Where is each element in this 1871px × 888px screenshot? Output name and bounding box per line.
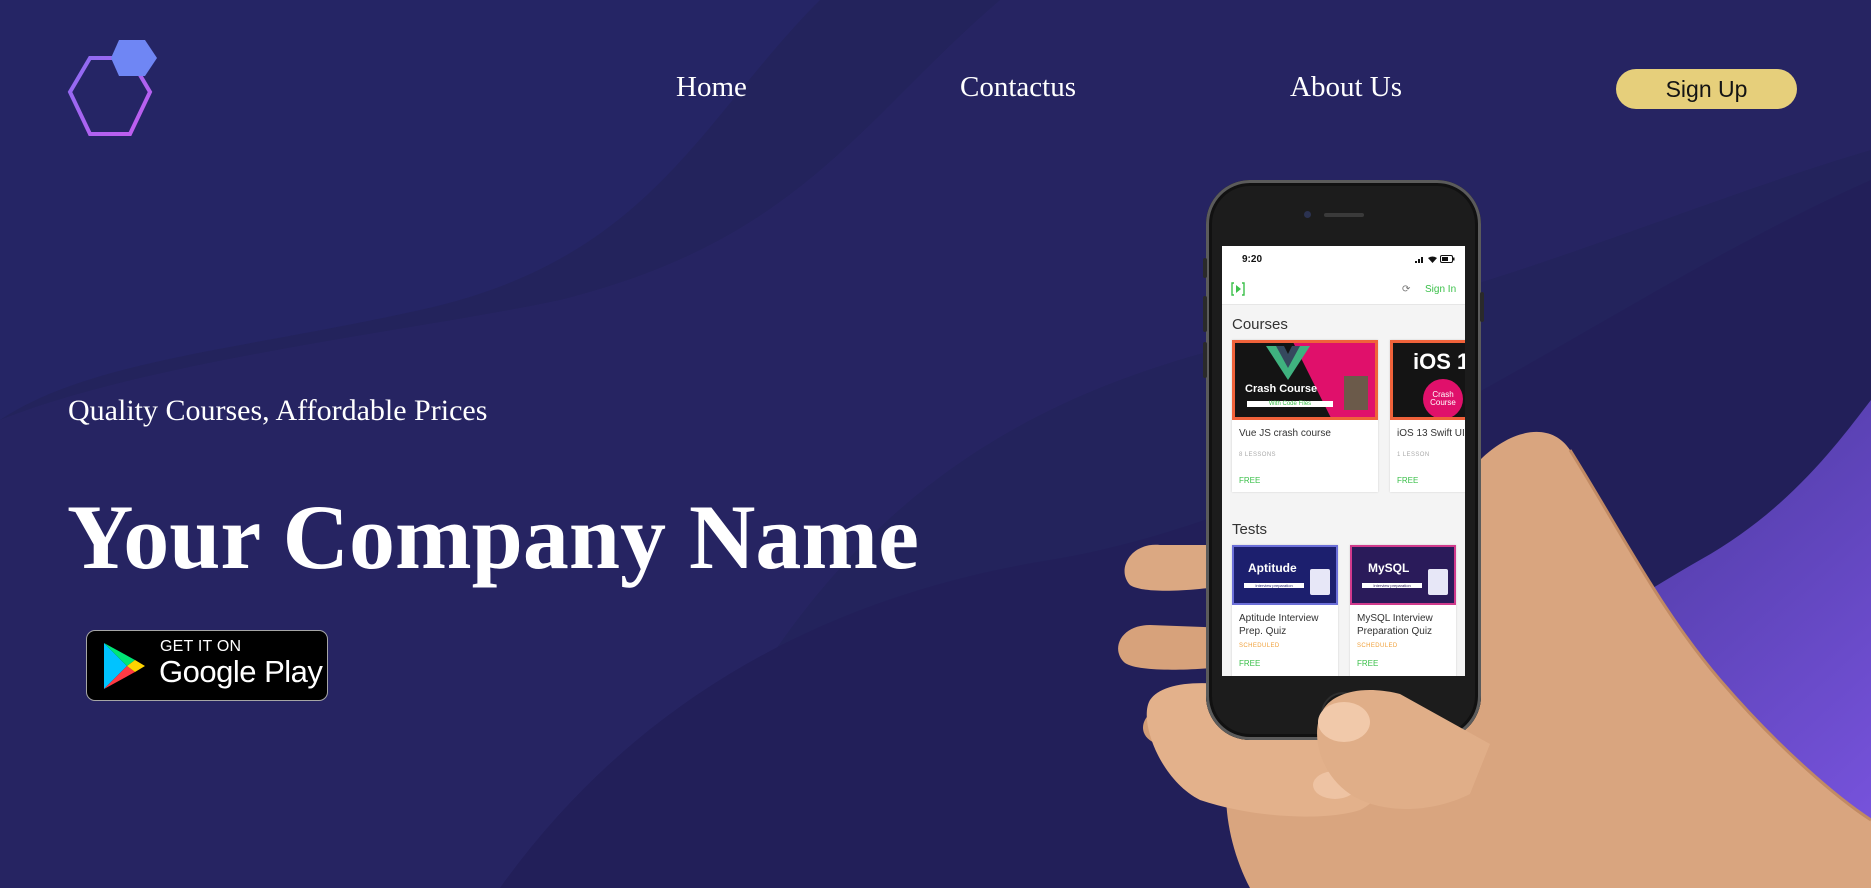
clipboard-icon bbox=[1428, 569, 1448, 595]
clipboard-icon bbox=[1310, 569, 1330, 595]
test-title-line2: Prep. Quiz bbox=[1239, 626, 1287, 637]
app-logo-icon[interactable] bbox=[1230, 281, 1246, 297]
thumb-illustration bbox=[1317, 690, 1490, 809]
test-title-line1: Aptitude Interview bbox=[1239, 613, 1319, 624]
course-lessons: 8 LESSONS bbox=[1239, 452, 1276, 458]
phone-camera bbox=[1304, 211, 1311, 218]
test-thumb-title: MySQL bbox=[1368, 561, 1410, 575]
status-time: 9:20 bbox=[1242, 254, 1263, 265]
courses-section-title: Courses bbox=[1232, 316, 1288, 333]
course-card[interactable]: iOS 1 Crash Course iOS 13 Swift UI 1 LES… bbox=[1390, 340, 1465, 492]
nav-link-contactus[interactable]: Contactus bbox=[960, 70, 1076, 104]
company-name-heading: Your Company Name bbox=[67, 486, 919, 588]
course-title: iOS 13 Swift UI bbox=[1397, 428, 1465, 439]
hexagon-logo-icon[interactable] bbox=[64, 36, 168, 142]
course-thumb-title: Crash Course bbox=[1245, 383, 1318, 395]
course-thumbnail: iOS 1 Crash Course bbox=[1390, 340, 1465, 420]
test-status: SCHEDULED bbox=[1357, 643, 1398, 649]
app-bar: ⟳ Sign In bbox=[1222, 274, 1465, 305]
test-card[interactable]: Aptitude Interview preparation Aptitude … bbox=[1232, 545, 1338, 676]
battery-icon bbox=[1440, 255, 1455, 263]
phone-side-button bbox=[1480, 292, 1484, 322]
google-play-badge[interactable]: GET IT ON Google Play bbox=[86, 630, 328, 701]
status-bar: 9:20 bbox=[1222, 246, 1465, 274]
test-status: SCHEDULED bbox=[1239, 643, 1280, 649]
course-title: Vue JS crash course bbox=[1239, 428, 1331, 439]
course-thumb-title: iOS 1 bbox=[1413, 349, 1465, 374]
course-price: FREE bbox=[1397, 476, 1419, 485]
test-price: FREE bbox=[1357, 659, 1379, 668]
course-thumbnail: Crash Course With Code Files bbox=[1232, 340, 1378, 420]
test-thumbnail: MySQL Interview preparation bbox=[1350, 545, 1456, 605]
app-sign-in-link[interactable]: Sign In bbox=[1425, 284, 1456, 295]
phone-side-button bbox=[1203, 342, 1207, 378]
nav-link-about-us[interactable]: About Us bbox=[1290, 70, 1402, 104]
refresh-icon[interactable]: ⟳ bbox=[1402, 284, 1410, 295]
phone-side-button bbox=[1203, 296, 1207, 332]
course-lessons: 1 LESSON bbox=[1397, 452, 1430, 458]
course-card[interactable]: Crash Course With Code Files Vue JS cras… bbox=[1232, 340, 1378, 492]
phone-side-button bbox=[1203, 258, 1207, 278]
test-price: FREE bbox=[1239, 659, 1261, 668]
phone-screen: 9:20 ⟳ Sign In Courses Crash Course With… bbox=[1222, 246, 1465, 676]
test-thumbnail: Aptitude Interview preparation bbox=[1232, 545, 1338, 605]
wifi-icon bbox=[1428, 256, 1437, 263]
hero-tagline: Quality Courses, Affordable Prices bbox=[68, 394, 488, 427]
course-thumb-subtitle: With Code Files bbox=[1247, 401, 1333, 407]
nav-link-home[interactable]: Home bbox=[676, 70, 747, 104]
tests-section-title: Tests bbox=[1232, 521, 1268, 538]
test-title-line2: Preparation Quiz bbox=[1357, 626, 1433, 637]
phone-earpiece bbox=[1324, 213, 1364, 217]
signal-icon bbox=[1415, 256, 1423, 263]
test-title-line1: MySQL Interview bbox=[1357, 613, 1433, 624]
test-card[interactable]: MySQL Interview preparation MySQL Interv… bbox=[1350, 545, 1456, 676]
test-thumb-title: Aptitude bbox=[1248, 561, 1297, 575]
badge-google-play: Google Play bbox=[159, 654, 323, 689]
sign-up-button[interactable]: Sign Up bbox=[1616, 69, 1797, 109]
course-price: FREE bbox=[1239, 476, 1261, 485]
status-icons bbox=[1415, 255, 1455, 263]
test-thumb-subtitle: Interview preparation bbox=[1362, 583, 1422, 588]
test-thumb-subtitle: Interview preparation bbox=[1244, 583, 1304, 588]
vue-thumbnail-art bbox=[1266, 343, 1375, 417]
course-thumb-badge: Crash Course bbox=[1423, 379, 1463, 417]
google-play-icon bbox=[104, 643, 145, 689]
